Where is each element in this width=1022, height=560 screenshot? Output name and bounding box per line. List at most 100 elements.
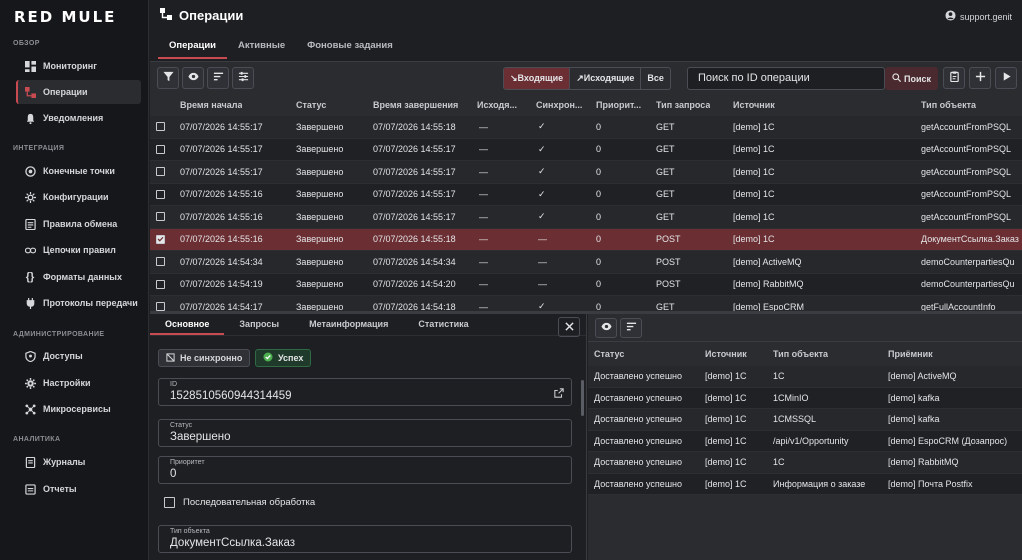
cell-source: [demo] RabbitMQ — [733, 279, 804, 290]
check-circle-icon — [263, 352, 273, 364]
search-button[interactable]: Поиск — [885, 67, 938, 90]
id-field[interactable]: ID 1528510560944314459 — [158, 378, 572, 406]
sidebar-item-exchange-rules[interactable]: Правила обмена — [16, 212, 141, 236]
tab-metainfo[interactable]: Метаинформация — [294, 314, 403, 335]
table-row[interactable]: Доставлено успешно [demo] 1C /api/v1/Opp… — [588, 430, 1022, 452]
sort-button[interactable] — [207, 67, 229, 89]
column-header[interactable]: Тип объекта — [773, 342, 828, 366]
sidebar-item-configurations[interactable]: Конфигурации — [16, 185, 141, 209]
sidebar-item-label: Настройки — [43, 378, 91, 388]
app-logo[interactable]: RED MULE — [14, 8, 116, 26]
row-checkbox[interactable] — [156, 257, 165, 267]
user-menu[interactable]: support.genit — [945, 10, 1012, 23]
sidebar-item-label: Уведомления — [43, 113, 104, 123]
column-header[interactable]: Тип объекта — [921, 94, 976, 116]
object-type-field[interactable]: Тип объекта ДокументСсылка.Заказ — [158, 525, 572, 553]
tab-active[interactable]: Активные — [227, 34, 296, 59]
sidebar-item-operations[interactable]: Операции — [16, 80, 141, 104]
sort-button[interactable] — [620, 318, 642, 338]
table-row[interactable]: Доставлено успешно [demo] 1C Информация … — [588, 473, 1022, 495]
incoming-filter-button[interactable]: ↘Входящие — [504, 68, 571, 89]
status-field[interactable]: Статус Завершено — [158, 419, 572, 447]
row-checkbox-checked[interactable] — [156, 234, 165, 244]
filter-button[interactable] — [157, 67, 179, 89]
column-header[interactable]: Статус — [296, 94, 326, 116]
view-button[interactable] — [182, 67, 204, 89]
cell-status: Доставлено успешно — [594, 392, 683, 403]
outgoing-filter-button[interactable]: ↗Исходящие — [570, 68, 642, 89]
tab-operations[interactable]: Операции — [158, 34, 228, 59]
column-header[interactable]: Приёмник — [888, 342, 933, 366]
table-row[interactable]: 07/07/2026 14:55:17 Завершено 07/07/2026… — [150, 116, 1022, 139]
sidebar-item-rule-chains[interactable]: Цепочки правил — [16, 238, 141, 262]
sidebar-item-endpoints[interactable]: Конечные точки — [16, 159, 141, 183]
row-checkbox[interactable] — [156, 302, 165, 312]
table-row[interactable]: Доставлено успешно [demo] 1C 1C [demo] R… — [588, 452, 1022, 474]
page-title: Операции — [160, 8, 243, 23]
column-header[interactable]: Время завершения — [373, 94, 458, 116]
dashboard-icon — [24, 60, 36, 72]
table-row[interactable]: 07/07/2026 14:55:17 Завершено 07/07/2026… — [150, 138, 1022, 161]
tab-requests[interactable]: Запросы — [224, 314, 294, 335]
checkbox[interactable] — [164, 497, 175, 508]
run-button[interactable] — [995, 67, 1017, 89]
sidebar-item-monitoring[interactable]: Мониторинг — [16, 54, 141, 78]
row-checkbox[interactable] — [156, 167, 165, 177]
sidebar-item-access[interactable]: Доступы — [16, 344, 141, 368]
details-scrollbar[interactable] — [581, 380, 584, 416]
column-header[interactable]: Приорит... — [596, 94, 641, 116]
row-checkbox[interactable] — [156, 144, 165, 154]
table-row-selected[interactable]: 07/07/2026 14:55:16 Завершено 07/07/2026… — [150, 228, 1022, 251]
tab-main[interactable]: Основное — [150, 314, 225, 335]
column-header[interactable]: Синхрон... — [536, 94, 582, 116]
cell-object-type: getAccountFromPSQL — [921, 211, 1012, 222]
sidebar-item-reports[interactable]: Отчеты — [16, 477, 141, 501]
table-row[interactable]: 07/07/2026 14:54:17 Завершено 07/07/2026… — [150, 296, 1022, 312]
status-value: Завершено — [170, 431, 231, 443]
sidebar-item-protocols[interactable]: Протоколы передачи — [16, 291, 141, 315]
add-button[interactable] — [969, 67, 991, 89]
table-row[interactable]: 07/07/2026 14:54:34 Завершено 07/07/2026… — [150, 251, 1022, 274]
sidebar: RED MULE ОБЗОР Мониторинг Операции Уведо… — [0, 0, 149, 560]
rules-icon — [24, 218, 36, 230]
priority-field[interactable]: Приоритет 0 — [158, 456, 572, 484]
table-row[interactable]: Доставлено успешно [demo] 1C 1C [demo] A… — [588, 366, 1022, 388]
sidebar-item-journals[interactable]: Журналы — [16, 450, 141, 474]
table-row[interactable]: 07/07/2026 14:55:16 Завершено 07/07/2026… — [150, 183, 1022, 206]
sidebar-item-settings[interactable]: Настройки — [16, 371, 141, 395]
table-row[interactable]: Доставлено успешно [demo] 1C 1CMSSQL [de… — [588, 409, 1022, 431]
view-button[interactable] — [595, 318, 617, 338]
row-checkbox[interactable] — [156, 122, 165, 132]
sidebar-item-label: Форматы данных — [43, 272, 122, 282]
table-row[interactable]: 07/07/2026 14:55:16 Завершено 07/07/2026… — [150, 206, 1022, 229]
table-row[interactable]: Доставлено успешно [demo] 1C 1CMinIO [de… — [588, 387, 1022, 409]
column-header[interactable]: Тип запроса — [656, 94, 710, 116]
clipboard-button[interactable] — [943, 67, 965, 89]
sidebar-item-notifications[interactable]: Уведомления — [16, 106, 141, 130]
cell-object-type: demoCounterpartiesQu — [921, 256, 1015, 267]
columns-settings-button[interactable] — [232, 67, 254, 89]
row-checkbox[interactable] — [156, 279, 165, 289]
column-header[interactable]: Источник — [705, 342, 747, 366]
column-header[interactable]: Источник — [733, 94, 775, 116]
all-filter-button[interactable]: Все — [641, 68, 670, 89]
sidebar-item-microservices[interactable]: Микросервисы — [16, 397, 141, 421]
tab-background-jobs[interactable]: Фоновые задания — [296, 34, 404, 59]
search-input[interactable]: Поиск по ID операции — [687, 67, 885, 90]
cell-object-type: 1CMSSQL — [773, 414, 817, 425]
tab-statistics[interactable]: Статистика — [403, 314, 483, 335]
open-external-icon[interactable] — [554, 388, 564, 401]
direction-filter: ↘Входящие ↗Исходящие Все — [503, 67, 671, 90]
column-header[interactable]: Статус — [594, 342, 624, 366]
table-row[interactable]: 07/07/2026 14:54:19 Завершено 07/07/2026… — [150, 273, 1022, 296]
cell-start-time: 07/07/2026 14:55:16 — [180, 211, 263, 222]
column-header[interactable]: Исходя... — [477, 94, 517, 116]
sequential-processing-checkbox[interactable]: Последовательная обработка — [164, 497, 315, 508]
row-checkbox[interactable] — [156, 212, 165, 222]
row-checkbox[interactable] — [156, 189, 165, 199]
sidebar-item-data-formats[interactable]: {} Форматы данных — [16, 265, 141, 289]
close-details-button[interactable] — [558, 317, 580, 337]
column-header[interactable]: Время начала — [180, 94, 242, 116]
table-row[interactable]: 07/07/2026 14:55:17 Завершено 07/07/2026… — [150, 161, 1022, 184]
cell-method: GET — [656, 301, 675, 312]
